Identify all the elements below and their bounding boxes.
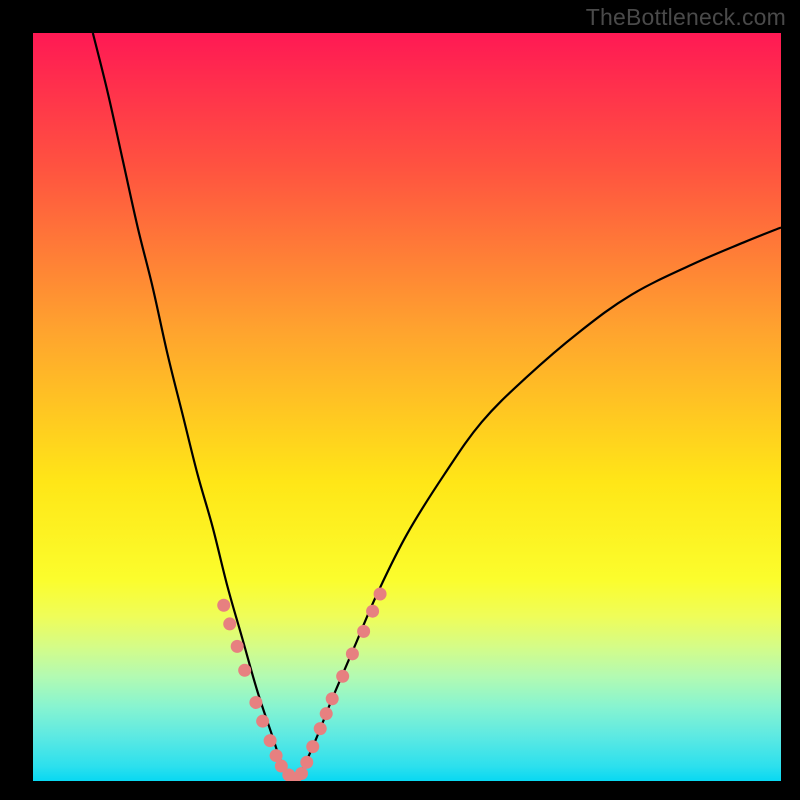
curve-svg: [33, 33, 781, 781]
dots-group: [217, 588, 386, 782]
chart-container: TheBottleneck.com: [0, 0, 800, 800]
data-dot: [320, 707, 333, 720]
curve-left: [93, 33, 295, 779]
data-dot: [264, 734, 277, 747]
data-dot: [357, 625, 370, 638]
data-dot: [374, 588, 387, 601]
curve-right: [295, 227, 781, 778]
data-dot: [256, 715, 269, 728]
data-dot: [336, 670, 349, 683]
data-dot: [300, 756, 313, 769]
data-dot: [295, 767, 308, 780]
data-dot: [366, 605, 379, 618]
data-dot: [238, 664, 251, 677]
data-dot: [217, 599, 230, 612]
plot-area: [33, 33, 781, 781]
data-dot: [223, 617, 236, 630]
data-dot: [326, 692, 339, 705]
watermark-text: TheBottleneck.com: [586, 4, 786, 31]
data-dot: [306, 740, 319, 753]
data-dot: [231, 640, 244, 653]
data-dot: [249, 696, 262, 709]
data-dot: [314, 722, 327, 735]
data-dot: [346, 647, 359, 660]
